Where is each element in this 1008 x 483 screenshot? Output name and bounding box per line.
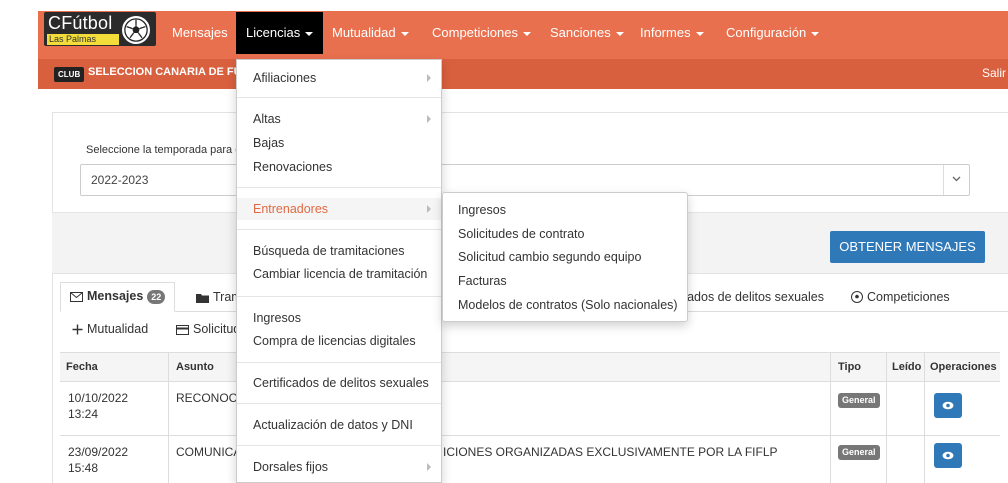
medkit-icon bbox=[72, 324, 83, 338]
tab-mensajes[interactable]: Mensajes 22 bbox=[60, 282, 176, 312]
tab-mutualidad[interactable]: Mutualidad bbox=[72, 322, 148, 338]
menu-item-afiliaciones[interactable]: Afiliaciones bbox=[237, 67, 441, 89]
tab-certificados-label: Certificados de delitos sexuales bbox=[688, 290, 824, 304]
row-subject-tail: ICIONES ORGANIZADAS EXCLUSIVAMENTE POR L… bbox=[443, 445, 778, 459]
obtener-mensajes-button[interactable]: OBTENER MENSAJES bbox=[830, 231, 985, 263]
submenu-item-modelos-contratos[interactable]: Modelos de contratos (Solo nacionales) bbox=[443, 294, 687, 316]
caret-down-icon bbox=[305, 31, 314, 36]
tab-mensajes-label: Mensajes bbox=[87, 289, 144, 303]
menu-divider bbox=[237, 229, 441, 230]
row-subject: COMUNICADO COMPET bbox=[176, 445, 236, 459]
tab-competiciones-label: Competiciones bbox=[867, 290, 950, 304]
tipo-badge: General bbox=[838, 445, 880, 460]
caret-down-icon bbox=[400, 31, 409, 36]
col-operaciones[interactable]: Operaciones bbox=[930, 352, 997, 382]
soccer-ball-icon bbox=[122, 16, 150, 44]
view-message-button[interactable] bbox=[934, 443, 962, 468]
menu-item-entrenadores[interactable]: Entrenadores bbox=[237, 198, 441, 220]
caret-down-icon bbox=[695, 31, 704, 36]
chevron-right-icon bbox=[427, 115, 431, 123]
caret-down-icon bbox=[523, 31, 531, 36]
tab-certificados[interactable]: Certificados de delitos sexuales bbox=[688, 284, 824, 314]
menu-item-cambiar-licencia[interactable]: Cambiar licencia de tramitación bbox=[237, 263, 441, 285]
tab-competiciones[interactable]: Competiciones bbox=[851, 284, 950, 314]
brand-logo[interactable]: CFútbol Las Palmas bbox=[44, 12, 156, 46]
menu-item-dorsales[interactable]: Dorsales fijos bbox=[237, 456, 441, 478]
nav-licencias[interactable]: Licencias bbox=[236, 12, 324, 54]
menu-divider bbox=[237, 362, 441, 363]
licencias-dropdown: Afiliaciones Altas Bajas Renovaciones En… bbox=[236, 59, 442, 483]
tab-tramitaciones-label: Tramitaciones bbox=[213, 290, 236, 304]
logout-link[interactable]: Salir bbox=[982, 66, 1006, 80]
row-divider bbox=[60, 435, 1000, 436]
submenu-item-ingresos[interactable]: Ingresos bbox=[443, 199, 687, 221]
menu-divider bbox=[237, 97, 441, 98]
chevron-right-icon bbox=[427, 74, 431, 82]
tab-solicitudes-label: Solicitudes bbox=[193, 322, 236, 336]
col-fecha[interactable]: Fecha bbox=[66, 352, 98, 382]
col-leido[interactable]: Leído bbox=[892, 352, 921, 382]
nav-competiciones[interactable]: Competiciones bbox=[422, 12, 541, 54]
menu-divider bbox=[237, 403, 441, 404]
submenu-item-cambio-segundo-equipo[interactable]: Solicitud cambio segundo equipo bbox=[443, 246, 687, 268]
col-tipo[interactable]: Tipo bbox=[838, 352, 861, 382]
menu-item-ingresos[interactable]: Ingresos bbox=[237, 307, 441, 329]
nav-sanciones[interactable]: Sanciones bbox=[540, 12, 634, 54]
submenu-item-solicitudes-contrato[interactable]: Solicitudes de contrato bbox=[443, 223, 687, 245]
menu-item-renovaciones[interactable]: Renovaciones bbox=[237, 156, 441, 178]
tab-tramitaciones[interactable]: Tramitaciones bbox=[196, 284, 236, 314]
menu-item-busqueda[interactable]: Búsqueda de tramitaciones bbox=[237, 240, 441, 262]
brand-subtitle: Las Palmas bbox=[47, 34, 119, 45]
caret-down-icon bbox=[811, 31, 820, 36]
menu-item-altas[interactable]: Altas bbox=[237, 108, 441, 130]
season-label: Seleccione la temporada para consultar bbox=[86, 144, 236, 156]
folder-icon bbox=[196, 286, 209, 312]
row-date: 23/09/2022 bbox=[68, 445, 129, 459]
menu-divider bbox=[237, 187, 441, 188]
brand-name: CFútbol bbox=[48, 13, 113, 33]
menu-item-certificados[interactable]: Certificados de delitos sexuales bbox=[237, 372, 441, 394]
chevron-down-icon bbox=[943, 165, 969, 195]
menu-divider bbox=[237, 445, 441, 446]
credit-card-icon bbox=[176, 324, 189, 338]
soccer-ball-icon bbox=[851, 286, 863, 312]
col-asunto[interactable]: Asunto bbox=[176, 352, 214, 382]
club-name: SELECCION CANARIA DE FUTBOL bbox=[88, 66, 236, 78]
tipo-badge: General bbox=[838, 393, 880, 408]
caret-down-icon bbox=[615, 31, 624, 36]
chevron-right-icon bbox=[427, 205, 431, 213]
row-time: 15:48 bbox=[68, 461, 99, 475]
view-message-button[interactable] bbox=[934, 393, 962, 418]
submenu-item-facturas[interactable]: Facturas bbox=[443, 270, 687, 292]
nav-informes[interactable]: Informes bbox=[630, 12, 714, 54]
nav-configuracion[interactable]: Configuración bbox=[716, 12, 829, 54]
entrenadores-submenu: Ingresos Solicitudes de contrato Solicit… bbox=[442, 192, 688, 322]
menu-item-compra-licencias[interactable]: Compra de licencias digitales bbox=[237, 330, 441, 352]
col-divider bbox=[924, 352, 925, 483]
chevron-right-icon bbox=[427, 463, 431, 471]
menu-divider bbox=[237, 296, 441, 297]
menu-item-actualizacion[interactable]: Actualización de datos y DNI bbox=[237, 414, 441, 436]
col-divider bbox=[886, 352, 887, 483]
season-value: 2022-2023 bbox=[91, 173, 149, 187]
envelope-icon bbox=[70, 285, 83, 311]
tab-solicitudes[interactable]: Solicitudes bbox=[176, 322, 236, 338]
col-divider bbox=[830, 352, 831, 483]
row-subject: RECONOCIMIENTO bbox=[176, 391, 236, 405]
nav-mensajes[interactable]: Mensajes bbox=[162, 12, 238, 54]
menu-item-bajas[interactable]: Bajas bbox=[237, 132, 441, 154]
mensajes-count-badge: 22 bbox=[147, 289, 166, 304]
row-date: 10/10/2022 bbox=[68, 391, 129, 405]
tab-mutualidad-label: Mutualidad bbox=[87, 322, 149, 336]
nav-mutualidad[interactable]: Mutualidad bbox=[322, 12, 419, 54]
club-badge: CLUB bbox=[54, 67, 85, 82]
col-divider bbox=[168, 352, 169, 483]
row-time: 13:24 bbox=[68, 407, 99, 421]
